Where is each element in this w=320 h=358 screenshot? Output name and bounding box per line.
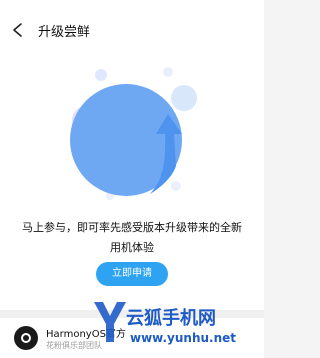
back-arrow-icon[interactable] xyxy=(10,22,26,38)
decor-bubble xyxy=(95,69,107,81)
decor-bubble xyxy=(171,181,181,191)
hero-section: 马上参与，即可率先感受版本升级带来的全新 用机体验 立即申请 xyxy=(0,48,264,310)
page-title: 升级尝鲜 xyxy=(38,25,91,40)
harmony-logo-icon xyxy=(21,333,31,343)
decor-bubble xyxy=(163,67,173,77)
app-header: 升级尝鲜 xyxy=(0,12,264,48)
upgrade-illustration xyxy=(70,67,197,200)
decor-bubble xyxy=(171,85,197,111)
apply-now-button[interactable]: 立即申请 xyxy=(96,262,168,286)
status-bar xyxy=(0,0,264,12)
headline-line-1: 马上参与，即可率先感受版本升级带来的全新 xyxy=(22,221,242,234)
svg-text:www.yunhu.net: www.yunhu.net xyxy=(130,331,236,345)
avatar[interactable] xyxy=(14,326,38,350)
headline-line-2: 用机体验 xyxy=(110,241,154,254)
headline: 马上参与，即可率先感受版本升级带来的全新 用机体验 xyxy=(0,218,264,258)
svg-text:云狐手机网: 云狐手机网 xyxy=(126,307,216,329)
watermark-logo: 云狐手机网 www.yunhu.net xyxy=(94,302,236,345)
